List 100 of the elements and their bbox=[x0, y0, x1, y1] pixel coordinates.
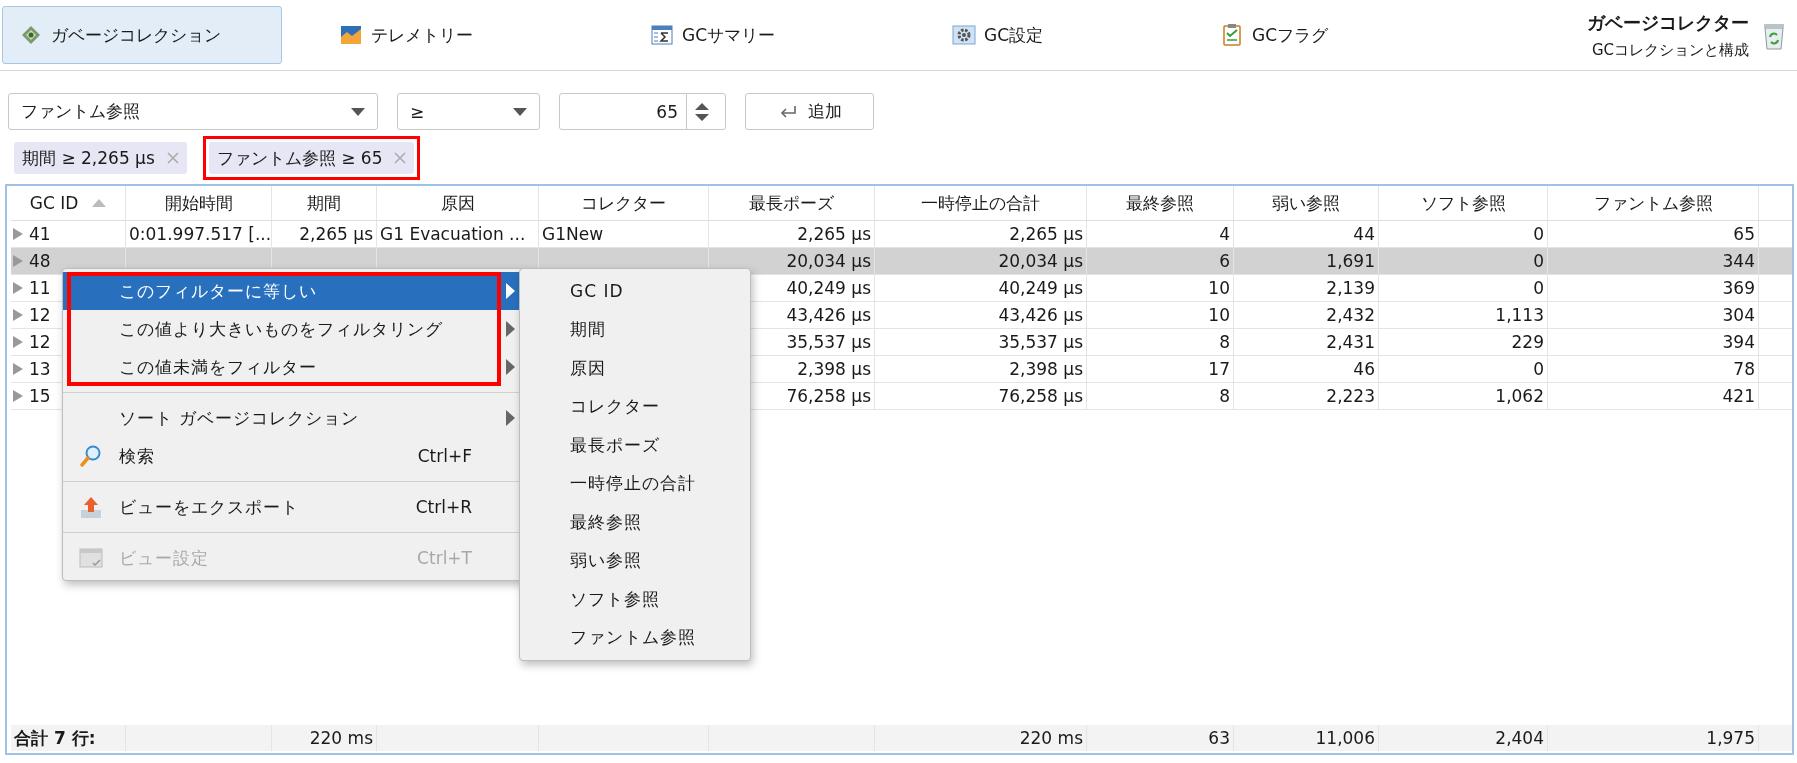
tab[interactable]: GCフラグ bbox=[1203, 6, 1346, 64]
column-header[interactable]: ソフト参照 bbox=[1379, 186, 1548, 220]
submenu-arrow-icon bbox=[506, 283, 515, 299]
table-cell: 4 bbox=[1087, 221, 1234, 247]
table-cell: 46 bbox=[1234, 356, 1379, 382]
expand-icon bbox=[13, 228, 23, 240]
total-cell: 2,404 bbox=[1379, 725, 1548, 751]
close-icon bbox=[166, 152, 179, 164]
column-header[interactable]: 開始時間 bbox=[126, 186, 272, 220]
table-cell: 40,249 μs bbox=[875, 275, 1087, 301]
tab[interactable]: ガベージコレクション bbox=[2, 6, 282, 64]
table-cell: 2,223 bbox=[1234, 383, 1379, 409]
column-header[interactable]: 一時停止の合計 bbox=[875, 186, 1087, 220]
menu-item[interactable]: この値より大きいものをフィルタリング bbox=[63, 310, 523, 348]
chip-label: ファントム参照 ≥ 65 bbox=[216, 146, 383, 170]
menu-item[interactable]: 最長ポーズ bbox=[520, 426, 750, 465]
table-cell: 0 bbox=[1379, 356, 1548, 382]
menu-item[interactable]: 最終参照 bbox=[520, 503, 750, 542]
menu-item[interactable]: ソート ガベージコレクション bbox=[63, 399, 523, 437]
number-field[interactable]: 65 bbox=[560, 101, 686, 122]
table-cell: 1,691 bbox=[1234, 248, 1379, 274]
table-cell: 2,432 bbox=[1234, 302, 1379, 328]
table-cell: G1New bbox=[539, 221, 709, 247]
total-cell: 11,006 bbox=[1234, 725, 1379, 751]
panel-subtitle: GCコレクションと構成 bbox=[1591, 40, 1749, 60]
menu-item[interactable]: この値未満をフィルター bbox=[63, 348, 523, 386]
table-cell: 229 bbox=[1379, 329, 1548, 355]
expand-icon bbox=[13, 363, 23, 375]
caret-icon bbox=[351, 107, 365, 116]
table-icon bbox=[650, 23, 674, 47]
table-cell: 0 bbox=[1379, 275, 1548, 301]
table-cell: 43,426 μs bbox=[875, 302, 1087, 328]
table-cell: 41 bbox=[29, 224, 51, 244]
caret-icon bbox=[513, 107, 527, 116]
column-header[interactable]: 期間 bbox=[272, 186, 377, 220]
column-header[interactable]: ファントム参照 bbox=[1548, 186, 1759, 220]
tab[interactable]: テレメトリー bbox=[322, 6, 490, 64]
table-cell: 1,062 bbox=[1379, 383, 1548, 409]
column-header[interactable]: 最長ポーズ bbox=[709, 186, 875, 220]
submenu-arrow-icon bbox=[506, 321, 515, 337]
menu-item[interactable]: ビューをエクスポート Ctrl+R bbox=[63, 488, 523, 526]
search-icon bbox=[79, 444, 103, 468]
table-cell: 65 bbox=[1548, 221, 1759, 247]
gear-icon bbox=[952, 23, 977, 47]
table-cell: 1,113 bbox=[1379, 302, 1548, 328]
shortcut-label: Ctrl+R bbox=[415, 497, 472, 517]
menu-item[interactable]: ファントム参照 bbox=[520, 618, 750, 657]
column-header[interactable]: コレクター bbox=[539, 186, 709, 220]
expand-icon bbox=[13, 282, 23, 294]
table-cell: 344 bbox=[1548, 248, 1759, 274]
submenu-arrow-icon bbox=[506, 410, 515, 426]
add-button[interactable]: 追加 bbox=[745, 93, 874, 130]
shortcut-label: Ctrl+T bbox=[417, 548, 472, 568]
table-cell: 8 bbox=[1087, 329, 1234, 355]
upload-icon bbox=[79, 495, 103, 519]
table-cell: 15 bbox=[29, 386, 51, 406]
operator-dropdown[interactable]: ≥ bbox=[397, 93, 540, 130]
table-cell: 10 bbox=[1087, 275, 1234, 301]
menu-item[interactable]: ソフト参照 bbox=[520, 580, 750, 619]
tab[interactable]: GC設定 bbox=[935, 6, 1061, 64]
column-header[interactable]: GC ID bbox=[11, 186, 126, 220]
table-cell: 20,034 μs bbox=[875, 248, 1087, 274]
table-cell: 8 bbox=[1087, 383, 1234, 409]
remove-chip-button[interactable] bbox=[394, 152, 407, 164]
total-cell: 220 ms bbox=[875, 725, 1087, 751]
remove-chip-button[interactable] bbox=[166, 152, 179, 164]
table-cell: 12 bbox=[29, 305, 51, 325]
column-header[interactable]: 弱い参照 bbox=[1234, 186, 1379, 220]
table-cell: 12 bbox=[29, 332, 51, 352]
column-header[interactable]: 最終参照 bbox=[1087, 186, 1234, 220]
tab[interactable]: GCサマリー bbox=[633, 6, 793, 64]
table-cell: 304 bbox=[1548, 302, 1759, 328]
menu-item[interactable]: 弱い参照 bbox=[520, 541, 750, 580]
menu-item[interactable]: 検索 Ctrl+F bbox=[63, 437, 523, 475]
table-cell: 369 bbox=[1548, 275, 1759, 301]
total-cell: 63 bbox=[1087, 725, 1234, 751]
table-cell: 78 bbox=[1548, 356, 1759, 382]
expand-icon bbox=[13, 309, 23, 321]
column-header[interactable]: 原因 bbox=[377, 186, 539, 220]
table-cell: 35,537 μs bbox=[875, 329, 1087, 355]
shortcut-label: Ctrl+F bbox=[417, 446, 472, 466]
column-dropdown[interactable]: ファントム参照 bbox=[8, 93, 378, 130]
table-cell: 6 bbox=[1087, 248, 1234, 274]
chip-label: 期間 ≥ 2,265 μs bbox=[22, 146, 155, 170]
table-cell: 2,139 bbox=[1234, 275, 1379, 301]
table-cell: 44 bbox=[1234, 221, 1379, 247]
table-cell: 394 bbox=[1548, 329, 1759, 355]
menu-item[interactable]: 一時停止の合計 bbox=[520, 464, 750, 503]
submenu-arrow-icon bbox=[506, 359, 515, 375]
close-icon bbox=[394, 152, 407, 164]
table-cell: 48 bbox=[29, 251, 51, 271]
expand-icon bbox=[13, 336, 23, 348]
table-cell: 0 bbox=[1379, 248, 1548, 274]
panel-title: ガベージコレクター bbox=[1587, 10, 1749, 35]
value-spinner[interactable]: 65 bbox=[559, 93, 726, 130]
total-cell: 1,975 bbox=[1548, 725, 1759, 751]
table-cell: 2,398 μs bbox=[875, 356, 1087, 382]
expand-icon bbox=[13, 255, 23, 267]
table-cell: 76,258 μs bbox=[875, 383, 1087, 409]
table-cell: 10 bbox=[1087, 302, 1234, 328]
